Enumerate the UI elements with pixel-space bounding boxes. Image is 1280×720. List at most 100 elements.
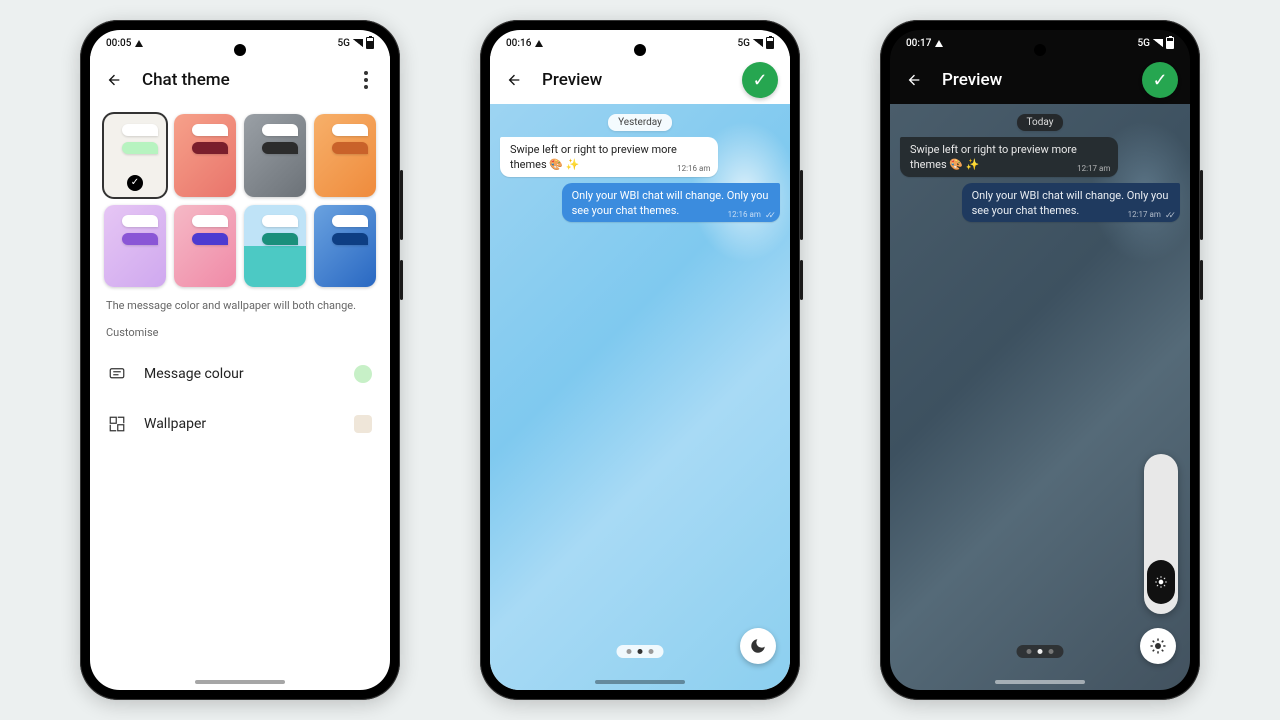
check-icon: ✓ (1152, 70, 1167, 91)
screen: 00:17 5G Preview ✓ Today Swipe left o (890, 30, 1190, 690)
theme-tile-4[interactable] (104, 205, 166, 288)
content: ✓ The message color and wallpaper will b… (90, 104, 390, 459)
back-button[interactable] (502, 68, 526, 92)
power-button[interactable] (1200, 260, 1203, 300)
moon-icon (749, 637, 767, 655)
bubble-incoming-preview (122, 124, 158, 136)
brightness-thumb[interactable] (1147, 560, 1175, 604)
outgoing-message: Only your WBI chat will change. Only you… (962, 183, 1180, 223)
network-label: 5G (1138, 38, 1151, 49)
confirm-button[interactable]: ✓ (742, 62, 778, 98)
theme-tile-6[interactable] (244, 205, 306, 288)
row-label: Wallpaper (144, 416, 336, 432)
bubble-incoming-preview (332, 215, 368, 227)
dark-mode-toggle[interactable] (740, 628, 776, 664)
bubble-outgoing-preview (192, 142, 228, 154)
battery-icon (366, 37, 374, 49)
volume-button[interactable] (400, 170, 403, 240)
bubble-incoming-preview (192, 124, 228, 136)
send-icon (135, 40, 143, 47)
app-bar: Chat theme (90, 56, 390, 104)
light-mode-toggle[interactable] (1140, 628, 1176, 664)
power-button[interactable] (400, 260, 403, 300)
incoming-message: Swipe left or right to preview more them… (900, 137, 1118, 177)
volume-button[interactable] (1200, 170, 1203, 240)
nav-handle[interactable] (595, 680, 685, 684)
screen: 00:16 5G Preview ✓ Yesterday Swipe le (490, 30, 790, 690)
message-time: 12:17 am✓✓ (1128, 210, 1172, 222)
chat-background[interactable]: Yesterday Swipe left or right to preview… (490, 104, 790, 690)
bubble-outgoing-preview (332, 233, 368, 245)
date-pill: Today (1017, 114, 1064, 131)
theme-tile-2[interactable] (244, 114, 306, 197)
volume-button[interactable] (800, 170, 803, 240)
bubble-outgoing-preview (262, 142, 298, 154)
send-icon (935, 40, 943, 47)
row-wallpaper[interactable]: Wallpaper (104, 399, 376, 449)
selected-check-icon: ✓ (127, 175, 143, 191)
app-bar: Preview ✓ (490, 56, 790, 104)
brightness-icon (1154, 575, 1168, 589)
bubble-outgoing-preview (262, 233, 298, 245)
date-pill: Yesterday (608, 114, 672, 131)
chat-background[interactable]: Today Swipe left or right to preview mor… (890, 104, 1190, 690)
bubble-incoming-preview (122, 215, 158, 227)
message-text: Swipe left or right to preview more them… (510, 143, 677, 171)
row-label: Message colour (144, 366, 336, 382)
bubble-incoming-preview (262, 215, 298, 227)
sun-icon (1149, 637, 1167, 655)
status-time: 00:16 (506, 38, 531, 49)
theme-grid: ✓ (104, 114, 376, 287)
network-label: 5G (338, 38, 351, 49)
more-icon (364, 71, 368, 89)
read-ticks-icon: ✓✓ (765, 210, 772, 222)
phone-preview-light: 00:16 5G Preview ✓ Yesterday Swipe le (480, 20, 800, 700)
screen: 00:05 5G Chat theme ✓ The message color … (90, 30, 390, 690)
page-title: Chat theme (142, 70, 338, 90)
theme-tile-1[interactable] (174, 114, 236, 197)
back-button[interactable] (902, 68, 926, 92)
page-title: Preview (542, 70, 726, 90)
wallpaper-icon (108, 415, 126, 433)
app-bar: Preview ✓ (890, 56, 1190, 104)
phone-chat-theme: 00:05 5G Chat theme ✓ The message color … (80, 20, 400, 700)
phone-preview-dark: 00:17 5G Preview ✓ Today Swipe left o (880, 20, 1200, 700)
signal-icon (753, 39, 763, 47)
hint-text: The message color and wallpaper will bot… (106, 299, 374, 312)
check-icon: ✓ (752, 70, 767, 91)
nav-handle[interactable] (995, 680, 1085, 684)
row-message-colour[interactable]: Message colour (104, 349, 376, 399)
camera-cutout (634, 44, 646, 56)
theme-tile-0[interactable]: ✓ (104, 114, 166, 197)
dot-active (1038, 649, 1043, 654)
wallpaper-swatch (354, 415, 372, 433)
dot (1027, 649, 1032, 654)
theme-tile-5[interactable] (174, 205, 236, 288)
back-arrow-icon (106, 72, 122, 88)
bubble-incoming-preview (332, 124, 368, 136)
more-menu-button[interactable] (354, 68, 378, 92)
power-button[interactable] (800, 260, 803, 300)
read-ticks-icon: ✓✓ (1165, 210, 1172, 222)
brightness-slider[interactable] (1144, 454, 1178, 614)
message-time: 12:16 am (677, 164, 710, 175)
bubble-incoming-preview (192, 215, 228, 227)
send-icon (535, 40, 543, 47)
message-time: 12:16 am✓✓ (728, 210, 772, 222)
dot (649, 649, 654, 654)
confirm-button[interactable]: ✓ (1142, 62, 1178, 98)
status-time: 00:17 (906, 38, 931, 49)
page-title: Preview (942, 70, 1126, 90)
message-time: 12:17 am (1077, 164, 1110, 175)
theme-tile-7[interactable] (314, 205, 376, 288)
back-arrow-icon (506, 72, 522, 88)
message-icon (108, 365, 126, 383)
theme-tile-3[interactable] (314, 114, 376, 197)
back-arrow-icon (906, 72, 922, 88)
bubble-outgoing-preview (192, 233, 228, 245)
back-button[interactable] (102, 68, 126, 92)
camera-cutout (1034, 44, 1046, 56)
nav-handle[interactable] (195, 680, 285, 684)
page-indicator (617, 645, 664, 658)
status-time: 00:05 (106, 38, 131, 49)
